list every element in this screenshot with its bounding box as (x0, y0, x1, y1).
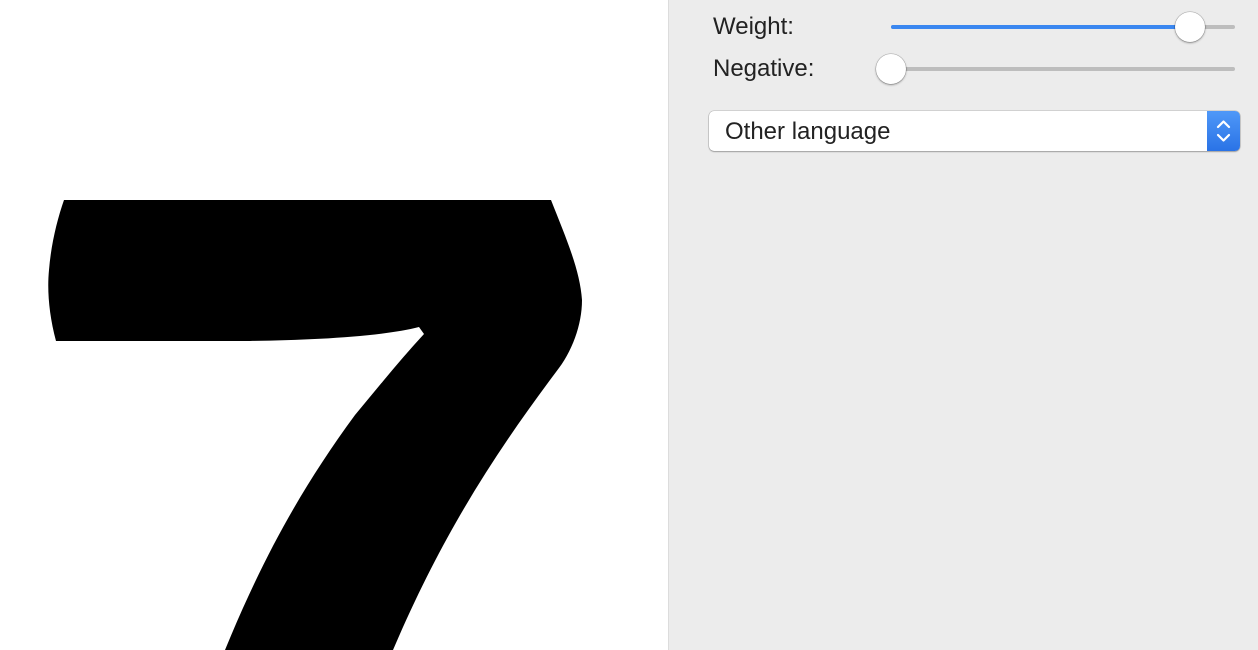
weight-slider-row: Weight: (713, 12, 1243, 42)
glyph-preview (0, 0, 668, 650)
window: Weight: Negative: Other language (0, 0, 1258, 650)
controls-panel: Weight: Negative: Other language (668, 0, 1258, 650)
negative-slider-knob[interactable] (876, 54, 906, 84)
weight-label: Weight: (713, 13, 794, 40)
language-popup-button[interactable]: Other language (709, 111, 1240, 151)
negative-label: Negative: (713, 55, 815, 82)
weight-slider-knob[interactable] (1175, 12, 1206, 42)
up-down-chevrons-icon[interactable] (1207, 111, 1240, 151)
negative-slider-row: Negative: (713, 54, 1243, 84)
weight-slider[interactable] (891, 12, 1235, 42)
weight-slider-fill (891, 25, 1191, 29)
language-popup-label: Other language (725, 118, 891, 145)
glyph-seven-shape (48, 200, 582, 650)
negative-slider[interactable] (876, 54, 1235, 84)
